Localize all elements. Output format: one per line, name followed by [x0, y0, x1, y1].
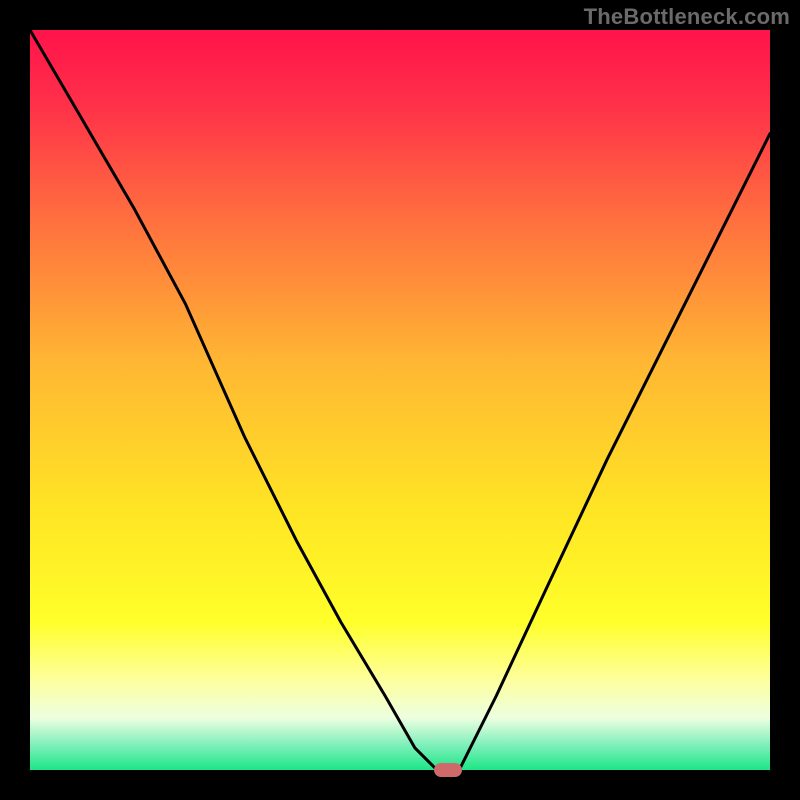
bottleneck-chart [0, 0, 800, 800]
plot-background [30, 30, 770, 770]
optimum-marker [434, 763, 462, 777]
chart-frame: TheBottleneck.com [0, 0, 800, 800]
